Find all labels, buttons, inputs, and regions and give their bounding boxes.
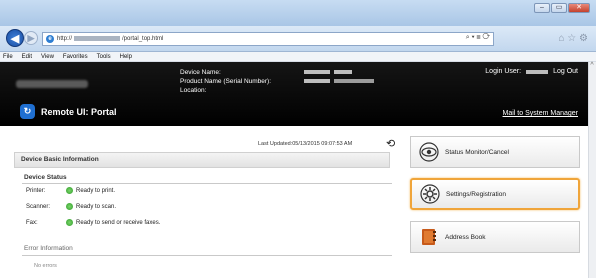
button-label: Status Monitor/Cancel [445, 148, 509, 156]
gear-icon [420, 184, 440, 204]
error-info-title: Error Information [24, 245, 73, 252]
status-ok-icon [66, 203, 73, 210]
login-user-redacted [526, 69, 549, 74]
device-info: Device Name: Product Name (Serial Number… [180, 68, 374, 95]
book-icon [419, 227, 439, 247]
device-title-redacted [16, 80, 88, 88]
status-row-fax: Fax: Ready to send or receive faxes. [26, 219, 160, 226]
status-value: Ready to scan. [76, 203, 117, 210]
settings-registration-button[interactable]: Settings/Registration [410, 178, 580, 210]
portal-title: ↻ Remote UI: Portal [20, 104, 117, 119]
redacted-value [304, 70, 330, 74]
login-user-label: Login User: [485, 68, 522, 75]
redacted-value [304, 79, 330, 83]
portal-header: Device Name: Product Name (Serial Number… [0, 62, 588, 126]
url-suffix: /portal_top.html [122, 36, 164, 43]
status-row-printer: Printer: Ready to print. [26, 187, 115, 194]
menu-edit[interactable]: Edit [22, 52, 32, 61]
device-name-label: Device Name: [180, 69, 221, 76]
scroll-up-arrow-icon[interactable]: ^ [588, 62, 596, 72]
redacted-value [334, 79, 374, 83]
log-out-link[interactable]: Log Out [553, 68, 578, 75]
menu-view[interactable]: View [41, 52, 54, 61]
refresh-icon[interactable]: ⟲ [386, 137, 395, 150]
status-ok-icon [66, 219, 73, 226]
url-prefix: http:// [57, 36, 73, 43]
status-label: Printer: [26, 187, 46, 194]
close-button[interactable]: ✕ [568, 3, 590, 13]
mail-to-system-manager-link[interactable]: Mail to System Manager [503, 110, 578, 117]
back-button[interactable]: ◀ [6, 29, 24, 47]
ie-icon: e [46, 35, 54, 43]
menu-favorites[interactable]: Favorites [63, 52, 88, 61]
menu-bar: File Edit View Favorites Tools Help [0, 52, 596, 62]
location-label: Location: [180, 87, 207, 94]
divider [22, 183, 392, 184]
maximize-button[interactable]: ▭ [551, 3, 567, 13]
login-info: Login User: Log Out [485, 68, 578, 75]
menu-tools[interactable]: Tools [97, 52, 111, 61]
address-book-button[interactable]: Address Book [410, 221, 580, 253]
divider [22, 255, 392, 256]
url-text: http:// /portal_top.html [57, 35, 164, 43]
status-row-scanner: Scanner: Ready to scan. [26, 203, 116, 210]
button-label: Address Book [445, 233, 486, 241]
browser-navbar: ◀ ▶ e http:// /portal_top.html ⌕ ▾ ≣ ⟳ ⌂ … [0, 26, 596, 52]
button-label: Settings/Registration [446, 190, 506, 198]
status-label: Fax: [26, 219, 38, 226]
remote-ui-logo-icon: ↻ [20, 104, 35, 119]
address-bar[interactable]: e http:// /portal_top.html ⌕ ▾ ≣ ⟳ [42, 32, 494, 46]
menu-help[interactable]: Help [120, 52, 132, 61]
error-text: No errors [34, 263, 57, 269]
address-tools[interactable]: ⌕ ▾ ≣ ⟳ [466, 34, 490, 42]
last-updated: Last Updated:05/13/2015 09:07:53 AM [258, 141, 353, 147]
status-value: Ready to print. [76, 187, 116, 194]
status-value: Ready to send or receive faxes. [76, 219, 161, 226]
status-monitor-cancel-button[interactable]: Status Monitor/Cancel [410, 136, 580, 168]
panel-title: Device Basic Information [14, 152, 390, 168]
minimize-button[interactable]: – [534, 3, 550, 13]
scrollbar[interactable] [588, 62, 596, 278]
window-titlebar: – ▭ ✕ [0, 0, 596, 26]
status-ok-icon [66, 187, 73, 194]
forward-button[interactable]: ▶ [24, 31, 38, 45]
portal-title-text: Remote UI: Portal [41, 106, 117, 117]
status-label: Scanner: [26, 203, 51, 210]
menu-file[interactable]: File [3, 52, 13, 61]
product-name-label: Product Name (Serial Number): [180, 78, 272, 85]
redacted-value [334, 70, 352, 74]
url-redacted [74, 35, 121, 41]
device-status-title: Device Status [24, 174, 67, 181]
eye-icon [419, 142, 439, 162]
home-favorites-tools-icons[interactable]: ⌂ ☆ ⚙ [558, 33, 588, 44]
